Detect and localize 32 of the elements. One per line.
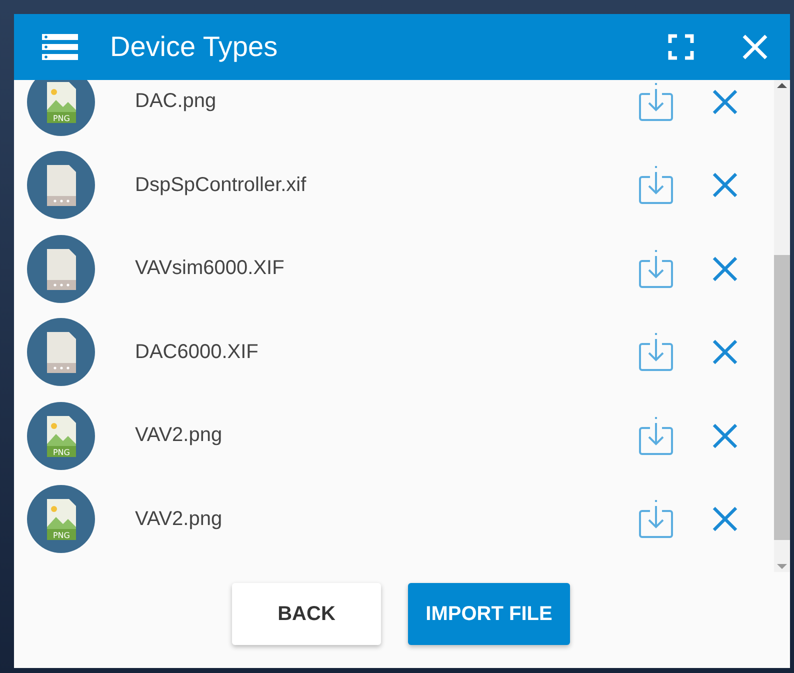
download-icon[interactable] xyxy=(638,416,674,456)
file-name: VAV2.png xyxy=(135,424,224,448)
delete-icon[interactable] xyxy=(712,256,738,282)
file-name: VAVsim6000.XIF xyxy=(135,257,286,280)
download-icon[interactable] xyxy=(638,248,674,289)
document-file-icon xyxy=(27,318,95,386)
file-name: DAC6000.XIF xyxy=(135,340,260,364)
file-name: VAV2.png xyxy=(135,508,224,531)
import-file-button[interactable]: IMPORT FILE xyxy=(408,583,570,645)
delete-icon[interactable] xyxy=(712,422,738,449)
delete-icon[interactable] xyxy=(712,506,738,532)
download-icon[interactable] xyxy=(638,165,674,206)
scrollbar-thumb[interactable] xyxy=(774,255,790,540)
close-icon[interactable] xyxy=(742,34,768,60)
delete-icon[interactable] xyxy=(712,172,738,198)
file-name: DspSpController.xif xyxy=(135,174,308,197)
scrollbar[interactable] xyxy=(774,80,790,572)
download-icon[interactable] xyxy=(638,499,674,540)
delete-icon[interactable] xyxy=(712,88,738,115)
document-file-icon xyxy=(27,234,95,303)
image-file-icon: PNG xyxy=(27,485,95,554)
document-file-icon xyxy=(27,151,95,220)
image-file-icon: PNG xyxy=(27,402,95,470)
menu-icon[interactable] xyxy=(42,33,78,61)
download-icon[interactable] xyxy=(638,332,674,372)
back-button[interactable]: BACK xyxy=(232,583,381,645)
file-name: DAC.png xyxy=(135,90,218,114)
image-file-icon: PNG xyxy=(27,80,95,136)
download-icon[interactable] xyxy=(638,82,674,122)
dialog-title: Device Types xyxy=(110,31,279,63)
fullscreen-icon[interactable] xyxy=(668,34,694,60)
delete-icon[interactable] xyxy=(712,339,738,366)
